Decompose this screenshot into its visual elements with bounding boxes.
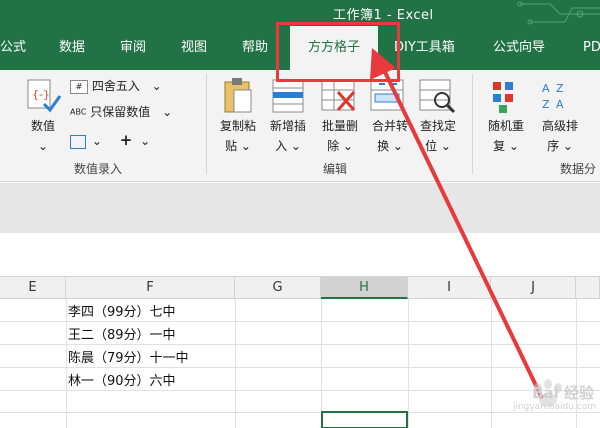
sort-az-icon[interactable]: A Z Z A xyxy=(540,78,570,114)
find-locate-button[interactable]: 查找定 位 ⌄ xyxy=(412,116,464,156)
window-title: 工作簿1 - Excel xyxy=(333,8,434,23)
batch-delete-icon[interactable] xyxy=(320,78,358,114)
find-locate-icon[interactable] xyxy=(418,78,458,114)
tab-view[interactable]: 视图 xyxy=(181,26,207,70)
cell-f-2[interactable]: 王二（89分）一中 xyxy=(68,324,176,343)
tab-diy-toolbox[interactable]: DIY工具箱 xyxy=(394,26,455,70)
merge-convert-button[interactable]: 合并转 换 ⌄ xyxy=(364,116,416,156)
format-buttons: ⌄ + ⌄ xyxy=(70,130,150,150)
svg-text:A: A xyxy=(542,82,550,95)
group-label-edit: 编辑 xyxy=(323,162,348,176)
column-header-partial[interactable] xyxy=(576,277,600,299)
tab-formula[interactable]: 公式 xyxy=(0,26,26,70)
tab-formula-wizard[interactable]: 公式向导 xyxy=(493,26,545,70)
column-header-i[interactable]: I xyxy=(408,277,491,299)
round-button[interactable]: # 四舍五入 ⌄ xyxy=(70,76,162,96)
random-repeat-button[interactable]: 随机重 复 ⌄ xyxy=(482,116,530,156)
svg-text:A: A xyxy=(556,98,564,111)
chevron-down-icon[interactable]: ⌄ xyxy=(92,134,102,148)
cell-f-4[interactable]: 林一（90分）六中 xyxy=(68,370,176,389)
group-label-data-analysis: 数据分 xyxy=(560,162,597,176)
numeric-icon[interactable]: {-} xyxy=(24,78,62,116)
circuit-decoration-icon xyxy=(517,1,600,25)
column-header-j[interactable]: J xyxy=(491,277,576,299)
round-icon: # xyxy=(70,79,88,94)
chevron-down-icon: ⌄ xyxy=(151,79,162,93)
svg-text:Z: Z xyxy=(556,82,564,95)
column-header-f[interactable]: F xyxy=(66,277,235,299)
batch-delete-button[interactable]: 批量删 除 ⌄ xyxy=(314,116,366,156)
cell-f-3[interactable]: 陈晨（79分）十一中 xyxy=(68,347,189,366)
keep-value-button[interactable]: ABC 只保留数值 ⌄ xyxy=(70,102,172,122)
random-repeat-icon[interactable] xyxy=(490,78,520,114)
cell-f-1[interactable]: 李四（99分）七中 xyxy=(68,301,176,320)
formula-bar-area xyxy=(0,183,600,233)
annotation-highlight-box xyxy=(276,22,400,82)
chevron-down-icon[interactable]: ⌄ xyxy=(140,134,150,148)
insert-rows-icon[interactable] xyxy=(271,78,305,114)
tab-help[interactable]: 帮助 xyxy=(242,26,268,70)
grid-line xyxy=(0,344,600,345)
insert-button[interactable]: 新增插 入 ⌄ xyxy=(262,116,314,156)
group-label-numeric: 数值录入 xyxy=(74,162,123,176)
ribbon-body: {-} 数值 ⌄ # 四舍五入 ⌄ ABC 只保留数值 ⌄ ⌄ + ⌄ 数值录入… xyxy=(0,70,600,182)
group-separator xyxy=(206,74,207,174)
tab-review[interactable]: 审阅 xyxy=(120,26,146,70)
numeric-button[interactable]: 数值 ⌄ xyxy=(22,116,64,156)
chevron-down-icon: ⌄ xyxy=(162,105,173,119)
watermark-subtext: jingyan.baidu.com xyxy=(512,402,596,412)
column-header-h[interactable]: H xyxy=(321,277,408,299)
merge-convert-icon[interactable] xyxy=(369,78,407,114)
active-cell-h[interactable] xyxy=(321,411,408,428)
grid-line xyxy=(66,299,67,428)
plus-icon[interactable]: + xyxy=(120,131,133,149)
svg-text:{-}: {-} xyxy=(32,88,50,101)
grid-line xyxy=(408,299,409,428)
tab-data[interactable]: 数据 xyxy=(59,26,85,70)
grid-line xyxy=(0,367,600,368)
grid-line xyxy=(321,299,322,428)
svg-text:Z: Z xyxy=(542,98,550,111)
tab-pd[interactable]: PD xyxy=(583,26,600,70)
column-header-g[interactable]: G xyxy=(235,277,321,299)
copy-paste-button[interactable]: 复制粘 贴 ⌄ xyxy=(214,116,262,156)
watermark-text: Bai 经验 xyxy=(532,384,594,402)
grid-line xyxy=(0,321,600,322)
column-header-e[interactable]: E xyxy=(0,277,66,299)
toolbar-blank-area xyxy=(0,233,600,277)
advanced-sort-button[interactable]: 高级排 序 ⌄ xyxy=(534,116,586,156)
group-separator xyxy=(472,74,473,174)
chart-edit-icon[interactable] xyxy=(70,134,86,149)
grid-line xyxy=(235,299,236,428)
clipboard-icon[interactable] xyxy=(222,76,254,116)
